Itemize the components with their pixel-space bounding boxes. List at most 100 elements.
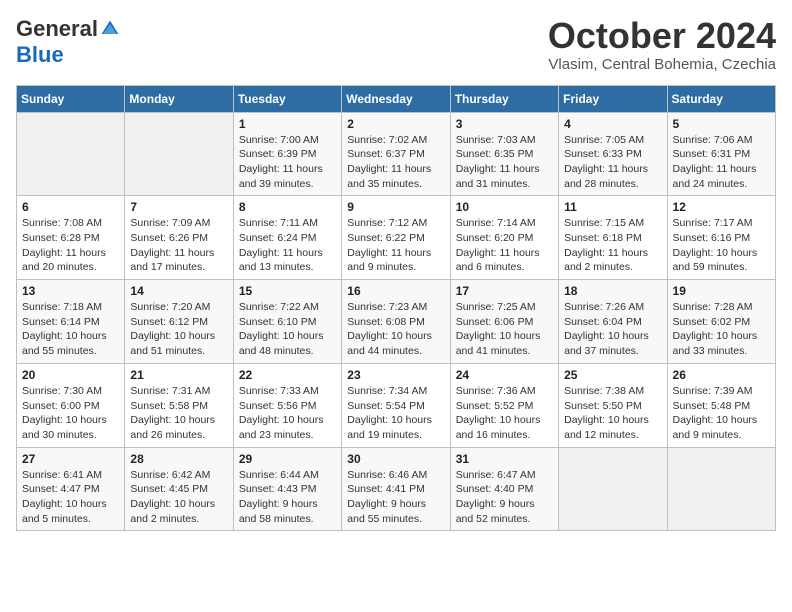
- calendar-cell: 28 Sunrise: 6:42 AM Sunset: 4:45 PM Dayli…: [125, 447, 233, 531]
- day-detail: Sunrise: 7:31 AM Sunset: 5:58 PM Dayligh…: [130, 384, 227, 443]
- calendar-week-row: 20 Sunrise: 7:30 AM Sunset: 6:00 PM Dayli…: [17, 363, 776, 447]
- day-detail: Sunrise: 6:44 AM Sunset: 4:43 PM Dayligh…: [239, 468, 336, 527]
- calendar-cell: 18 Sunrise: 7:26 AM Sunset: 6:04 PM Dayli…: [559, 280, 667, 364]
- calendar-cell: 14 Sunrise: 7:20 AM Sunset: 6:12 PM Dayli…: [125, 280, 233, 364]
- day-detail: Sunrise: 6:41 AM Sunset: 4:47 PM Dayligh…: [22, 468, 119, 527]
- column-header-sunday: Sunday: [17, 85, 125, 112]
- day-detail: Sunrise: 7:26 AM Sunset: 6:04 PM Dayligh…: [564, 300, 661, 359]
- column-header-monday: Monday: [125, 85, 233, 112]
- calendar-cell: 20 Sunrise: 7:30 AM Sunset: 6:00 PM Dayli…: [17, 363, 125, 447]
- day-detail: Sunrise: 7:34 AM Sunset: 5:54 PM Dayligh…: [347, 384, 444, 443]
- day-detail: Sunrise: 7:36 AM Sunset: 5:52 PM Dayligh…: [456, 384, 553, 443]
- calendar-cell: 17 Sunrise: 7:25 AM Sunset: 6:06 PM Dayli…: [450, 280, 558, 364]
- day-number: 29: [239, 452, 336, 466]
- month-title: October 2024: [548, 16, 776, 56]
- day-number: 6: [22, 200, 119, 214]
- day-number: 23: [347, 368, 444, 382]
- day-number: 31: [456, 452, 553, 466]
- calendar-cell: [125, 112, 233, 196]
- column-header-tuesday: Tuesday: [233, 85, 341, 112]
- calendar-cell: 23 Sunrise: 7:34 AM Sunset: 5:54 PM Dayli…: [342, 363, 450, 447]
- day-detail: Sunrise: 7:00 AM Sunset: 6:39 PM Dayligh…: [239, 133, 336, 192]
- location-subtitle: Vlasim, Central Bohemia, Czechia: [548, 56, 776, 73]
- calendar-cell: 26Sunrise: 7:39 AM Sunset: 5:48 PM Dayli…: [667, 363, 775, 447]
- calendar-cell: 5 Sunrise: 7:06 AM Sunset: 6:31 PM Daylig…: [667, 112, 775, 196]
- logo-blue-text: Blue: [16, 42, 64, 67]
- calendar-cell: 19Sunrise: 7:28 AM Sunset: 6:02 PM Dayli…: [667, 280, 775, 364]
- day-detail: Sunrise: 7:25 AM Sunset: 6:06 PM Dayligh…: [456, 300, 553, 359]
- day-detail: Sunrise: 6:47 AM Sunset: 4:40 PM Dayligh…: [456, 468, 553, 527]
- day-number: 9: [347, 200, 444, 214]
- column-header-saturday: Saturday: [667, 85, 775, 112]
- day-detail: Sunrise: 6:46 AM Sunset: 4:41 PM Dayligh…: [347, 468, 444, 527]
- calendar-cell: 21Sunrise: 7:31 AM Sunset: 5:58 PM Dayli…: [125, 363, 233, 447]
- calendar-cell: 12Sunrise: 7:17 AM Sunset: 6:16 PM Dayli…: [667, 196, 775, 280]
- day-number: 17: [456, 284, 553, 298]
- calendar-week-row: 13 Sunrise: 7:18 AM Sunset: 6:14 PM Dayli…: [17, 280, 776, 364]
- day-detail: Sunrise: 7:22 AM Sunset: 6:10 PM Dayligh…: [239, 300, 336, 359]
- day-detail: Sunrise: 7:30 AM Sunset: 6:00 PM Dayligh…: [22, 384, 119, 443]
- day-number: 7: [130, 200, 227, 214]
- calendar-cell: 8Sunrise: 7:11 AM Sunset: 6:24 PM Daylig…: [233, 196, 341, 280]
- day-number: 26: [673, 368, 770, 382]
- day-detail: Sunrise: 7:06 AM Sunset: 6:31 PM Dayligh…: [673, 133, 770, 192]
- day-detail: Sunrise: 7:08 AM Sunset: 6:28 PM Dayligh…: [22, 216, 119, 275]
- calendar-cell: [559, 447, 667, 531]
- column-header-friday: Friday: [559, 85, 667, 112]
- day-number: 24: [456, 368, 553, 382]
- day-number: 20: [22, 368, 119, 382]
- calendar-cell: 25 Sunrise: 7:38 AM Sunset: 5:50 PM Dayli…: [559, 363, 667, 447]
- day-detail: Sunrise: 7:38 AM Sunset: 5:50 PM Dayligh…: [564, 384, 661, 443]
- calendar-cell: 15Sunrise: 7:22 AM Sunset: 6:10 PM Dayli…: [233, 280, 341, 364]
- day-number: 12: [673, 200, 770, 214]
- day-detail: Sunrise: 7:14 AM Sunset: 6:20 PM Dayligh…: [456, 216, 553, 275]
- day-detail: Sunrise: 7:15 AM Sunset: 6:18 PM Dayligh…: [564, 216, 661, 275]
- calendar-cell: 27Sunrise: 6:41 AM Sunset: 4:47 PM Dayli…: [17, 447, 125, 531]
- calendar-cell: 29 Sunrise: 6:44 AM Sunset: 4:43 PM Dayli…: [233, 447, 341, 531]
- logo-general-text: General: [16, 16, 98, 42]
- calendar-cell: 2 Sunrise: 7:02 AM Sunset: 6:37 PM Daylig…: [342, 112, 450, 196]
- calendar-cell: 24 Sunrise: 7:36 AM Sunset: 5:52 PM Dayli…: [450, 363, 558, 447]
- column-header-wednesday: Wednesday: [342, 85, 450, 112]
- day-detail: Sunrise: 7:23 AM Sunset: 6:08 PM Dayligh…: [347, 300, 444, 359]
- day-number: 11: [564, 200, 661, 214]
- calendar-cell: 3Sunrise: 7:03 AM Sunset: 6:35 PM Daylig…: [450, 112, 558, 196]
- day-number: 4: [564, 117, 661, 131]
- day-number: 28: [130, 452, 227, 466]
- calendar-cell: 31 Sunrise: 6:47 AM Sunset: 4:40 PM Dayli…: [450, 447, 558, 531]
- day-detail: Sunrise: 7:20 AM Sunset: 6:12 PM Dayligh…: [130, 300, 227, 359]
- calendar-cell: [667, 447, 775, 531]
- day-number: 30: [347, 452, 444, 466]
- day-number: 14: [130, 284, 227, 298]
- calendar-cell: [17, 112, 125, 196]
- column-header-thursday: Thursday: [450, 85, 558, 112]
- calendar-week-row: 27Sunrise: 6:41 AM Sunset: 4:47 PM Dayli…: [17, 447, 776, 531]
- day-detail: Sunrise: 7:03 AM Sunset: 6:35 PM Dayligh…: [456, 133, 553, 192]
- day-number: 13: [22, 284, 119, 298]
- day-number: 18: [564, 284, 661, 298]
- day-number: 22: [239, 368, 336, 382]
- calendar-cell: 10 Sunrise: 7:14 AM Sunset: 6:20 PM Dayli…: [450, 196, 558, 280]
- day-number: 2: [347, 117, 444, 131]
- day-detail: Sunrise: 7:18 AM Sunset: 6:14 PM Dayligh…: [22, 300, 119, 359]
- calendar-week-row: 1 Sunrise: 7:00 AM Sunset: 6:39 PM Daylig…: [17, 112, 776, 196]
- day-detail: Sunrise: 7:28 AM Sunset: 6:02 PM Dayligh…: [673, 300, 770, 359]
- day-detail: Sunrise: 6:42 AM Sunset: 4:45 PM Dayligh…: [130, 468, 227, 527]
- logo-icon: [100, 19, 120, 39]
- day-number: 25: [564, 368, 661, 382]
- calendar-header-row: SundayMondayTuesdayWednesdayThursdayFrid…: [17, 85, 776, 112]
- day-number: 1: [239, 117, 336, 131]
- calendar-week-row: 6 Sunrise: 7:08 AM Sunset: 6:28 PM Daylig…: [17, 196, 776, 280]
- calendar-cell: 9 Sunrise: 7:12 AM Sunset: 6:22 PM Daylig…: [342, 196, 450, 280]
- day-detail: Sunrise: 7:12 AM Sunset: 6:22 PM Dayligh…: [347, 216, 444, 275]
- calendar-cell: 11 Sunrise: 7:15 AM Sunset: 6:18 PM Dayli…: [559, 196, 667, 280]
- day-detail: Sunrise: 7:02 AM Sunset: 6:37 PM Dayligh…: [347, 133, 444, 192]
- calendar-cell: 13 Sunrise: 7:18 AM Sunset: 6:14 PM Dayli…: [17, 280, 125, 364]
- logo: General Blue: [16, 16, 120, 68]
- page-header: General Blue October 2024 Vlasim, Centra…: [16, 16, 776, 73]
- day-number: 16: [347, 284, 444, 298]
- calendar-cell: 30 Sunrise: 6:46 AM Sunset: 4:41 PM Dayli…: [342, 447, 450, 531]
- day-number: 8: [239, 200, 336, 214]
- day-number: 10: [456, 200, 553, 214]
- day-number: 5: [673, 117, 770, 131]
